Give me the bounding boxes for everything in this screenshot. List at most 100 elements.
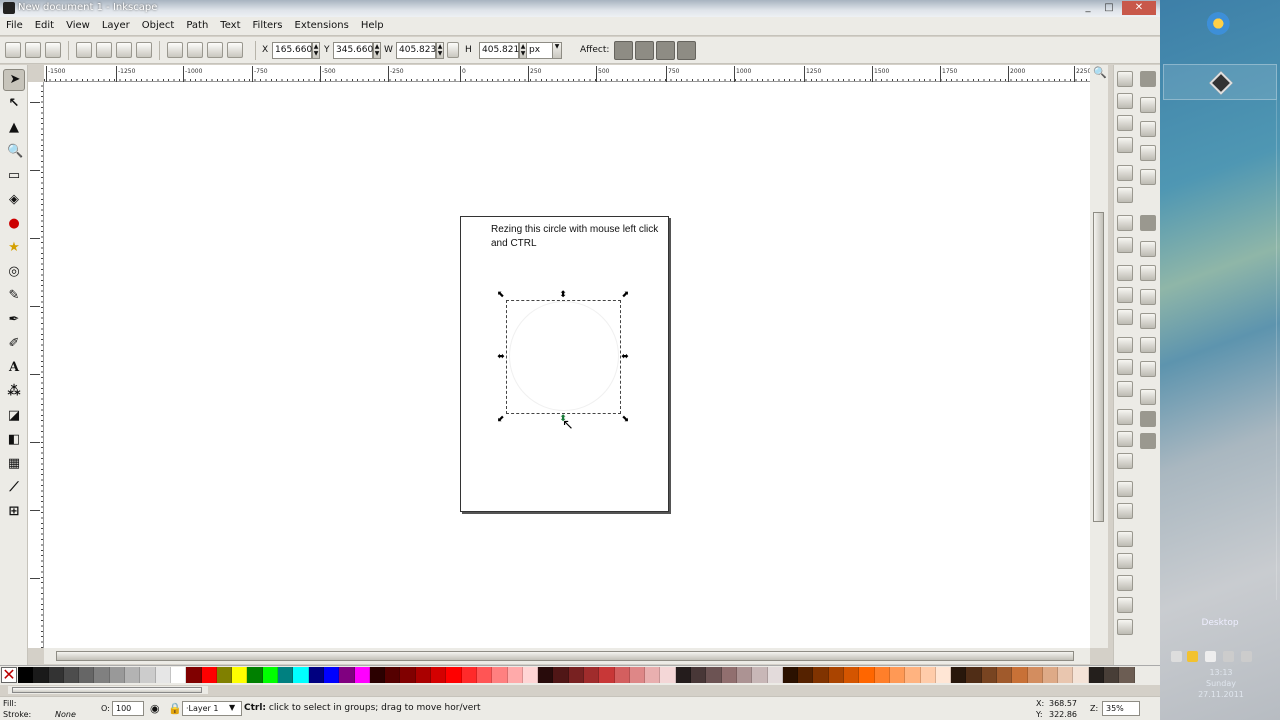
color-swatch[interactable] [492, 667, 508, 683]
ungroup-icon[interactable] [1117, 503, 1133, 519]
lock-ratio-icon[interactable] [447, 42, 459, 58]
menu-file[interactable]: File [0, 17, 29, 31]
horizontal-scrollbar[interactable] [44, 648, 1090, 664]
color-swatch[interactable] [79, 667, 95, 683]
color-swatch[interactable] [1073, 667, 1089, 683]
menu-object[interactable]: Object [136, 17, 181, 31]
paste-icon[interactable] [1117, 309, 1133, 325]
color-swatch[interactable] [109, 667, 126, 683]
unlink-clone-icon[interactable] [1117, 453, 1133, 469]
color-swatch[interactable] [629, 667, 646, 683]
color-swatch[interactable] [905, 667, 921, 683]
xml-editor-icon[interactable] [1117, 597, 1133, 613]
color-swatch[interactable] [140, 667, 156, 683]
snap-nodes-icon[interactable] [1140, 215, 1156, 231]
pencil-tool[interactable]: ✎ [5, 287, 23, 305]
canvas-text-object[interactable]: Rezing this circle with mouse left click… [491, 223, 671, 251]
color-swatch[interactable] [583, 667, 600, 683]
color-swatch[interactable] [369, 667, 386, 683]
menu-edit[interactable]: Edit [29, 17, 60, 31]
rotate-cw-icon[interactable] [96, 42, 112, 58]
stroke-value[interactable]: None [55, 710, 76, 719]
scale-handle-left[interactable]: ⬌ [496, 352, 506, 362]
menu-extensions[interactable]: Extensions [289, 17, 355, 31]
raise-to-top-icon[interactable] [167, 42, 183, 58]
lower-icon[interactable] [207, 42, 223, 58]
flip-vertical-icon[interactable] [136, 42, 152, 58]
zoom-drawing-icon[interactable] [1117, 359, 1133, 375]
menu-layer[interactable]: Layer [96, 17, 136, 31]
copy-icon[interactable] [1117, 265, 1133, 281]
snap-bbox-icon[interactable] [1140, 97, 1156, 113]
color-swatch[interactable] [752, 667, 768, 683]
drawing-canvas[interactable]: Rezing this circle with mouse left click… [44, 82, 1090, 648]
tray-security-icon[interactable] [1187, 651, 1198, 662]
menu-help[interactable]: Help [355, 17, 390, 31]
menu-filters[interactable]: Filters [247, 17, 289, 31]
color-swatch[interactable] [874, 667, 890, 683]
rectangle-tool[interactable]: ▭ [5, 167, 23, 185]
color-swatch[interactable] [33, 667, 49, 683]
snap-edges-icon[interactable] [1140, 121, 1156, 137]
snap-rotation-icon[interactable] [1140, 361, 1156, 377]
zoom-input[interactable]: 35% [1102, 701, 1140, 716]
color-swatch[interactable] [798, 667, 814, 683]
star-tool[interactable]: ★ [5, 239, 23, 257]
snap-corners-icon[interactable] [1140, 145, 1156, 161]
lower-to-bottom-icon[interactable] [227, 42, 243, 58]
color-swatch[interactable] [18, 667, 34, 683]
clone-icon[interactable] [1117, 431, 1133, 447]
paint-bucket-tool[interactable]: ◧ [5, 431, 23, 449]
y-input[interactable]: 345.660 [333, 42, 373, 59]
color-swatch[interactable] [859, 667, 875, 683]
color-swatch[interactable] [828, 667, 845, 683]
snap-midpoints-icon[interactable] [1140, 169, 1156, 185]
scale-handle-bottom-left[interactable]: ⬋ [496, 414, 506, 424]
tray-network-icon[interactable] [1223, 651, 1234, 662]
zoom-corner[interactable]: 🔍 [1090, 65, 1108, 82]
calligraphy-tool[interactable]: ✐ [5, 335, 23, 353]
duplicate-icon[interactable] [1117, 409, 1133, 425]
color-swatch[interactable] [1042, 667, 1059, 683]
color-swatch[interactable] [767, 667, 783, 683]
connector-tool[interactable]: ⊞ [5, 503, 23, 521]
color-swatch[interactable] [125, 667, 141, 683]
color-swatch[interactable] [400, 667, 416, 683]
color-swatch[interactable] [323, 667, 340, 683]
color-swatch[interactable] [507, 667, 523, 683]
color-swatch[interactable] [981, 667, 997, 683]
deselect-icon[interactable] [45, 42, 61, 58]
dropper-tool[interactable]: ⟋ [5, 479, 23, 497]
text-tool[interactable]: A [5, 359, 23, 377]
title-bar[interactable]: New document 1 - Inkscape _ □ ✕ [0, 0, 1160, 17]
color-swatch[interactable] [1027, 667, 1043, 683]
color-swatch[interactable] [476, 667, 493, 683]
color-swatch[interactable] [94, 667, 110, 683]
x-input[interactable]: 165.660 [272, 42, 312, 59]
color-swatch[interactable] [951, 667, 967, 683]
layers-icon[interactable] [1117, 575, 1133, 591]
color-swatch[interactable] [247, 667, 263, 683]
color-swatch[interactable] [461, 667, 477, 683]
color-swatch[interactable] [415, 667, 432, 683]
pen-tool[interactable]: ✒ [5, 311, 23, 329]
scale-handle-right[interactable]: ⬌ [620, 352, 630, 362]
align-distribute-icon[interactable] [1117, 619, 1133, 635]
export-icon[interactable] [1117, 187, 1133, 203]
snap-toggle-icon[interactable] [1140, 71, 1156, 87]
color-swatch[interactable] [385, 667, 401, 683]
group-icon[interactable] [1117, 481, 1133, 497]
zoom-page-icon[interactable] [1117, 381, 1133, 397]
redo-icon[interactable] [1117, 237, 1133, 253]
color-swatch[interactable] [660, 667, 676, 683]
color-swatch[interactable] [308, 667, 324, 683]
color-swatch[interactable] [645, 667, 661, 683]
color-swatch[interactable] [293, 667, 309, 683]
start-orb-icon[interactable] [1203, 10, 1237, 40]
rotate-ccw-icon[interactable] [76, 42, 92, 58]
maximize-button[interactable]: □ [1099, 1, 1119, 15]
fill-stroke-icon[interactable] [1117, 531, 1133, 547]
color-swatch[interactable] [935, 667, 952, 683]
color-swatch[interactable] [216, 667, 233, 683]
tweak-tool[interactable]: ▲ [5, 119, 23, 137]
